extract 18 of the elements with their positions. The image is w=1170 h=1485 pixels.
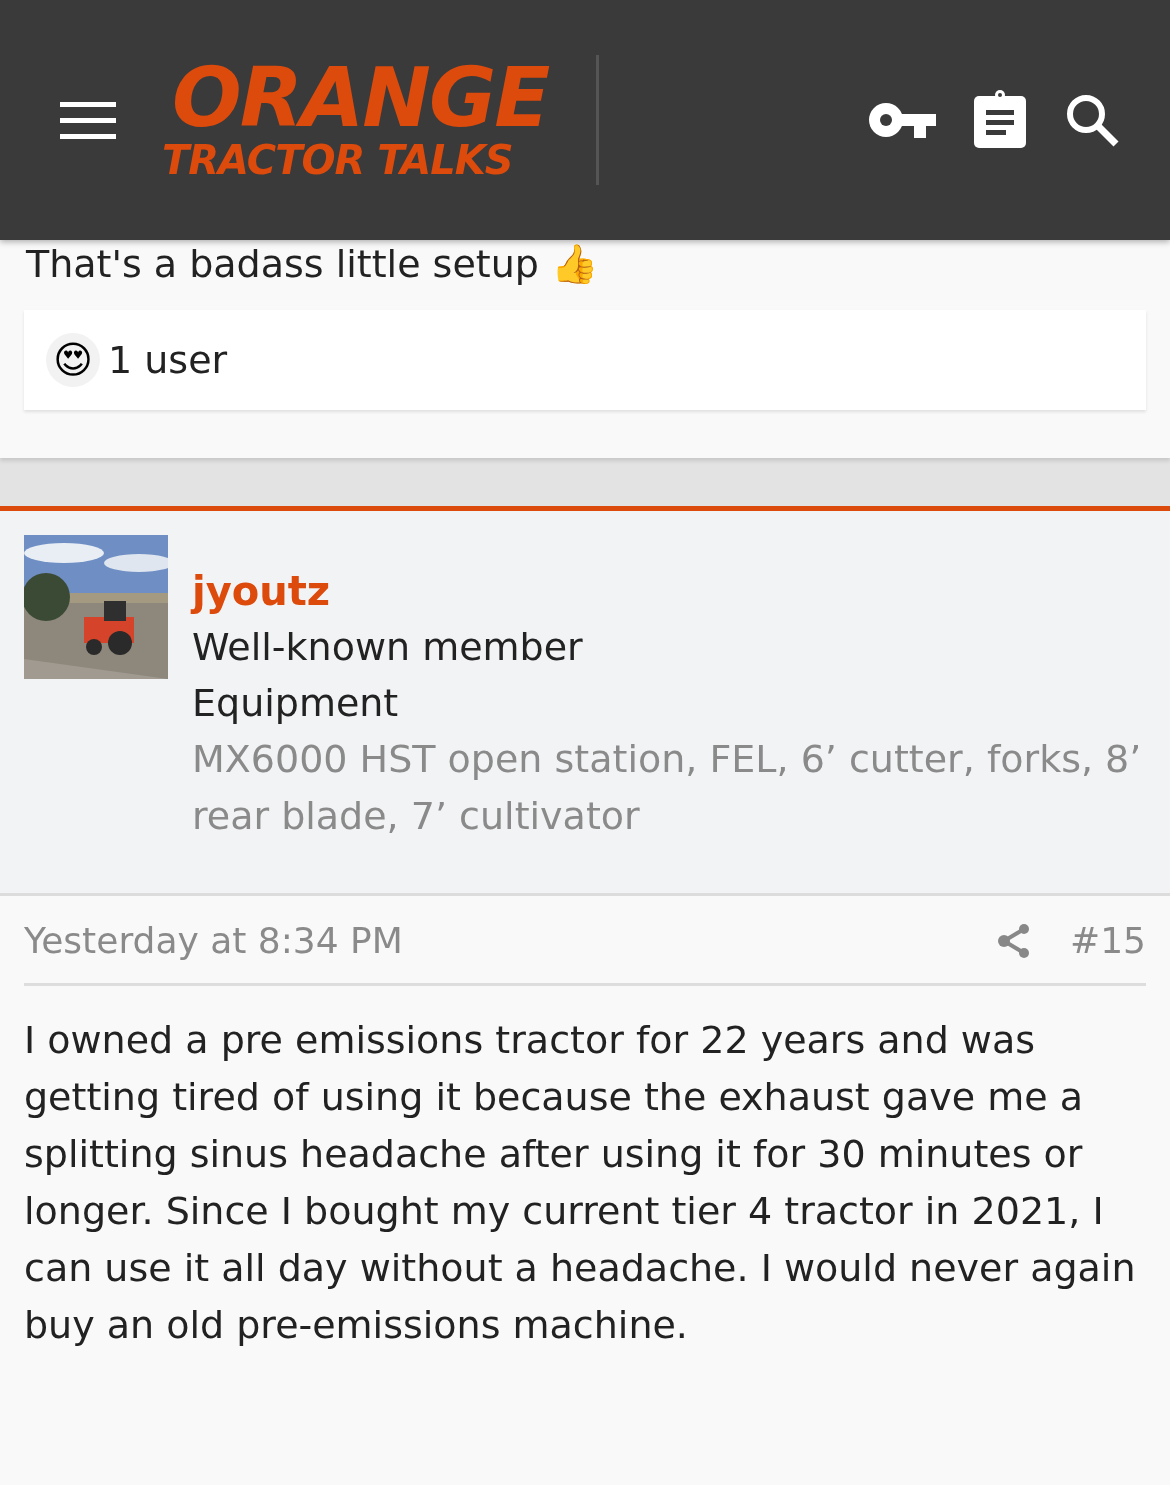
user-title: Well-known member bbox=[192, 624, 584, 671]
post-number-link[interactable]: #15 bbox=[1070, 920, 1146, 961]
reaction-bar[interactable]: 😍 1 user bbox=[24, 310, 1146, 410]
field-value: MX6000 HST open station, FEL, 6’ cutter, forks, 8’ rear blade, 7’ cultivator bbox=[192, 736, 1143, 840]
post-text: That's a badass little setup 👍 bbox=[26, 242, 598, 286]
username-link[interactable]: jyoutz bbox=[192, 563, 1146, 619]
share-icon[interactable] bbox=[998, 922, 1030, 959]
field-label: Equipment bbox=[192, 680, 400, 727]
post-time[interactable]: Yesterday at 8:34 PM bbox=[24, 920, 403, 961]
heart-eyes-emoji-icon: 😍 bbox=[46, 333, 100, 387]
reaction-count: 1 user bbox=[108, 338, 228, 382]
key-icon[interactable] bbox=[868, 100, 936, 140]
post-body: I owned a pre emissions tractor for 22 years and was getting tired of using it because the exhaust gave me a splitting sinus headache after using it for 30 minutes or longer. Since I bought my current tier 4 tractor in 2021, I can use it all day without a headache. I would never again buy an old pre-emissions machine. bbox=[24, 1017, 1137, 1349]
search-icon[interactable] bbox=[1064, 92, 1120, 148]
logo-text[interactable]: ORANGE bbox=[172, 58, 549, 138]
logo-subtitle[interactable]: TRACTOR TALKS bbox=[162, 138, 513, 182]
menu-icon[interactable] bbox=[60, 100, 116, 140]
clipboard-icon[interactable] bbox=[972, 90, 1028, 150]
